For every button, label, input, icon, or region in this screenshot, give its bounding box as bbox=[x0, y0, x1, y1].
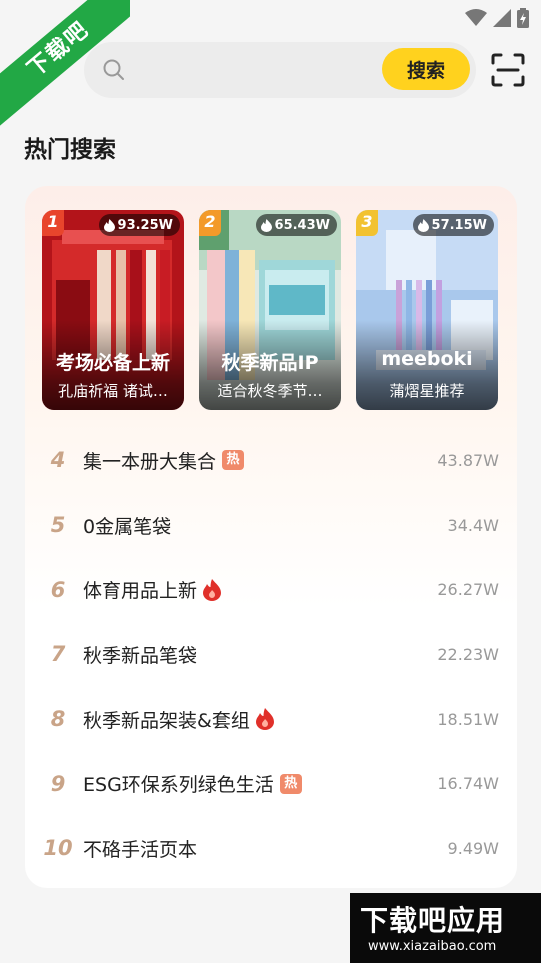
flame-icon bbox=[260, 218, 272, 232]
rank-heat: 18.51W bbox=[437, 709, 499, 729]
rank-number: 5 bbox=[50, 513, 66, 538]
fire-icon bbox=[255, 708, 274, 731]
rank-number: 10 bbox=[43, 836, 73, 861]
flame-icon bbox=[417, 218, 429, 232]
rank-heat: 34.4W bbox=[447, 515, 499, 535]
heat-pill: 65.43W bbox=[255, 214, 337, 236]
scan-icon[interactable] bbox=[490, 52, 526, 88]
rank-heat: 43.87W bbox=[437, 450, 499, 470]
top-item-2[interactable]: 2 65.43W 秋季新品IP 适合秋冬季节… bbox=[199, 210, 341, 410]
hot-badge: 热 bbox=[279, 773, 302, 794]
bottom-watermark-brand: 下载吧应用 bbox=[360, 904, 506, 937]
search-button[interactable]: 搜索 bbox=[382, 48, 470, 90]
heat-value: 65.43W bbox=[274, 217, 330, 233]
battery-icon bbox=[517, 8, 529, 28]
rank-label-text: 秋季新品笔袋 bbox=[83, 644, 198, 667]
heat-pill: 57.15W bbox=[412, 214, 494, 236]
top-item-title: 考场必备上新 bbox=[55, 352, 170, 374]
search-box[interactable]: 搜索 bbox=[84, 42, 476, 98]
top-item-title: 秋季新品IP bbox=[221, 352, 319, 374]
rank-label-text: ESG环保系列绿色生活 bbox=[83, 774, 274, 797]
rank-label: 0金属笔袋 bbox=[83, 512, 171, 539]
rank-label-text: 秋季新品架装&套组 bbox=[83, 709, 250, 732]
rank-label: 秋季新品笔袋 bbox=[83, 641, 197, 668]
list-item[interactable]: 8 秋季新品架装&套组 18.51W bbox=[25, 687, 517, 752]
rank-label: 体育用品上新 bbox=[83, 576, 222, 603]
heat-pill: 93.25W bbox=[98, 214, 180, 236]
signal-icon bbox=[493, 9, 511, 27]
bottom-watermark: 下载吧应用 www.xiazaibao.com bbox=[350, 893, 541, 963]
rank-tag: 2 bbox=[199, 210, 221, 236]
rank-label-text: 0金属笔袋 bbox=[83, 515, 172, 538]
rank-heat: 22.23W bbox=[437, 644, 499, 664]
rank-label-text: 集一本册大集合 bbox=[83, 450, 217, 473]
list-item[interactable]: 4 集一本册大集合 热 43.87W bbox=[25, 428, 517, 493]
rank-tag: 1 bbox=[42, 210, 64, 236]
rank-label: ESG环保系列绿色生活 热 bbox=[83, 770, 302, 797]
bottom-watermark-url: www.xiazaibao.com bbox=[368, 939, 497, 954]
top-items: 1 93.25W 考场必备上新 孔庙祈福 诸试… 2 65.43W 秋季新品IP… bbox=[42, 210, 498, 410]
rank-label: 秋季新品架装&套组 bbox=[83, 706, 274, 733]
rank-number: 4 bbox=[50, 448, 66, 473]
rank-number: 7 bbox=[50, 642, 66, 667]
rank-heat: 26.27W bbox=[437, 580, 499, 600]
rank-heat: 16.74W bbox=[437, 774, 499, 794]
rank-label: 不硌手活页本 bbox=[83, 835, 197, 862]
top-item-subtitle: 蒲熠星推荐 bbox=[389, 382, 465, 400]
rank-label-text: 不硌手活页本 bbox=[83, 838, 198, 861]
hot-search-card: 1 93.25W 考场必备上新 孔庙祈福 诸试… 2 65.43W 秋季新品IP… bbox=[25, 186, 517, 888]
list-item[interactable]: 5 0金属笔袋 34.4W bbox=[25, 493, 517, 558]
heat-value: 93.25W bbox=[117, 217, 173, 233]
top-item-subtitle: 适合秋冬季节… bbox=[217, 382, 323, 400]
top-item-3[interactable]: 3 57.15W meeboki 蒲熠星推荐 bbox=[356, 210, 498, 410]
corner-watermark: 下载吧 bbox=[0, 0, 130, 130]
top-item-subtitle: 孔庙祈福 诸试… bbox=[58, 382, 168, 400]
status-icons bbox=[465, 8, 529, 28]
list-item[interactable]: 7 秋季新品笔袋 22.23W bbox=[25, 622, 517, 687]
rank-number: 9 bbox=[50, 771, 66, 796]
list-item[interactable]: 10 不硌手活页本 9.49W bbox=[25, 816, 517, 881]
rank-number: 6 bbox=[50, 577, 66, 602]
rank-label: 集一本册大集合 热 bbox=[83, 447, 245, 474]
flame-icon bbox=[103, 218, 115, 232]
section-title: 热门搜索 bbox=[24, 137, 116, 163]
list-item[interactable]: 6 体育用品上新 26.27W bbox=[25, 557, 517, 622]
rank-tag: 3 bbox=[356, 210, 378, 236]
rank-number: 8 bbox=[50, 707, 66, 732]
rank-list: 4 集一本册大集合 热 43.87W 5 0金属笔袋 34.4W 6 体育用品上… bbox=[25, 428, 517, 881]
hot-badge: 热 bbox=[222, 450, 245, 471]
list-item[interactable]: 9 ESG环保系列绿色生活 热 16.74W bbox=[25, 751, 517, 816]
top-item-1[interactable]: 1 93.25W 考场必备上新 孔庙祈福 诸试… bbox=[42, 210, 184, 410]
corner-watermark-text: 下载吧 bbox=[0, 0, 130, 130]
search-input[interactable] bbox=[134, 54, 374, 86]
top-item-title: meeboki bbox=[381, 348, 473, 370]
heat-value: 57.15W bbox=[431, 217, 487, 233]
fire-icon bbox=[203, 578, 222, 601]
rank-heat: 9.49W bbox=[447, 838, 499, 858]
rank-label-text: 体育用品上新 bbox=[83, 580, 198, 603]
wifi-icon bbox=[465, 9, 487, 26]
